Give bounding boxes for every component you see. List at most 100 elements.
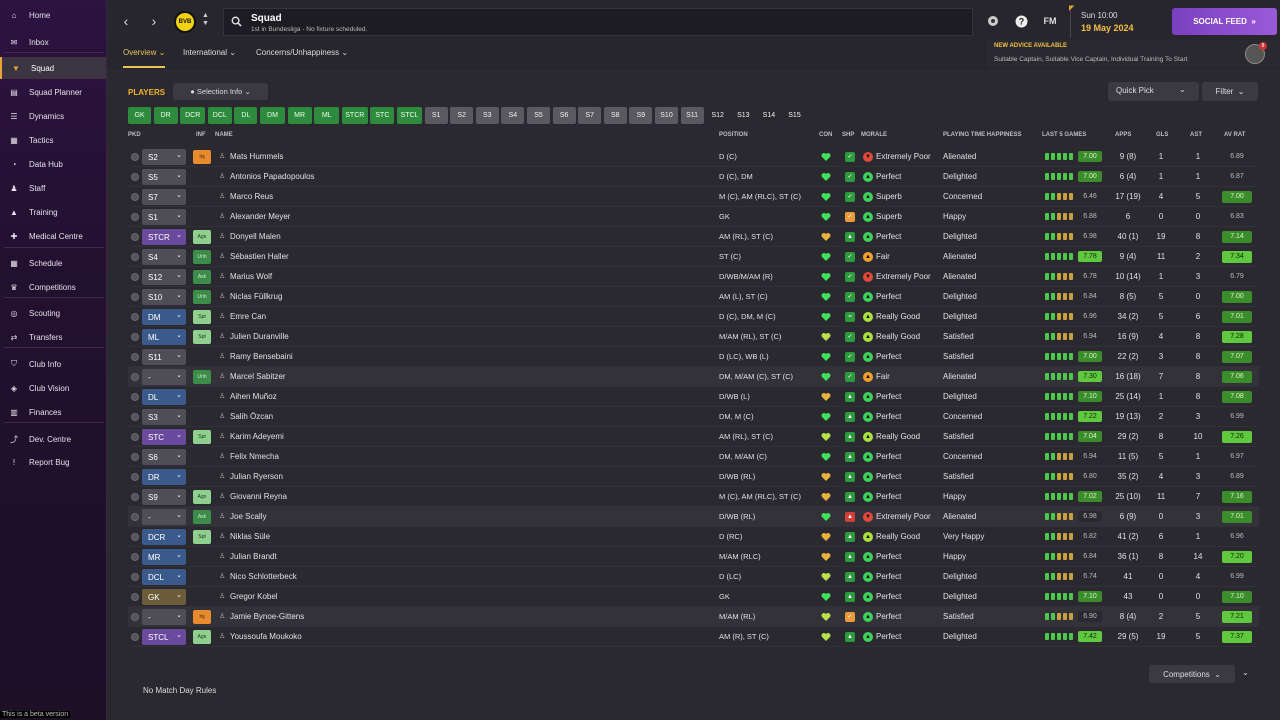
col-morale[interactable]: MORALE [861, 132, 887, 138]
select-dot[interactable] [131, 473, 139, 481]
player-name[interactable]: Nico Schlotterbeck [230, 572, 297, 581]
tab-concerns-unhappiness[interactable]: Concerns/Unhappiness ⌄ [256, 43, 348, 68]
table-row[interactable]: S12 ⌄ Ask ♙ Marius Wolf D/WB/M/AM (R) ✓ ▼ Extrem… [128, 267, 1259, 287]
fm-menu-button[interactable]: FM [1041, 14, 1059, 28]
competitions-button[interactable]: Competitions ⌄ [1149, 665, 1235, 683]
col-avrat[interactable]: AV RAT [1224, 132, 1245, 138]
select-dot[interactable] [131, 493, 139, 501]
col-last5[interactable]: LAST 5 GAMES [1042, 132, 1086, 138]
table-row[interactable]: S3 ⌄ ♙ Salih Özcan DM, M (C) ▲ ▲ Perfect Concern… [128, 407, 1259, 427]
player-name[interactable]: Emre Can [230, 312, 266, 321]
club-switch-chevron-icon[interactable]: ▲ ▼ [202, 12, 209, 28]
table-row[interactable]: S11 ⌄ ♙ Ramy Bensebaini D (LC), WB (L) ✓ ▲ Perf… [128, 347, 1259, 367]
select-dot[interactable] [131, 573, 139, 581]
pkd-selector[interactable]: S2 ⌄ [142, 149, 186, 165]
pkd-selector[interactable]: S10 ⌄ [142, 289, 186, 305]
pkd-selector[interactable]: DCL ⌄ [142, 569, 186, 585]
player-name[interactable]: Niclas Füllkrug [230, 292, 282, 301]
select-dot[interactable] [131, 253, 139, 261]
position-chip-dr[interactable]: DR [153, 107, 178, 124]
player-name[interactable]: Ramy Bensebaini [230, 352, 293, 361]
sidebar-item-training[interactable]: ▲ Training [0, 201, 106, 223]
help-icon[interactable]: ? [1014, 14, 1028, 28]
player-name[interactable]: Marius Wolf [230, 272, 272, 281]
tab-international[interactable]: International ⌄ [183, 43, 236, 68]
player-name[interactable]: Julien Duranville [230, 332, 289, 341]
inf-badge[interactable]: Spt [193, 530, 211, 544]
position-chip-stcl[interactable]: STCL [397, 107, 422, 124]
pkd-selector[interactable]: - ⌄ [142, 509, 186, 525]
position-chip-s8[interactable]: S8 [603, 107, 627, 124]
player-name[interactable]: Aihen Muñoz [230, 392, 277, 401]
player-name[interactable]: Salih Özcan [230, 412, 273, 421]
inf-badge[interactable]: Unh [193, 370, 211, 384]
pkd-selector[interactable]: S9 ⌄ [142, 489, 186, 505]
filter-button[interactable]: Filter ⌄ [1202, 82, 1258, 101]
player-name[interactable]: Youssoufa Moukoko [230, 632, 302, 641]
position-chip-s15[interactable]: S15 [783, 107, 806, 124]
player-name[interactable]: Felix Nmecha [230, 452, 279, 461]
position-chip-mr[interactable]: MR [287, 107, 312, 124]
pkd-selector[interactable]: STC ⌄ [142, 429, 186, 445]
position-chip-dm[interactable]: DM [260, 107, 285, 124]
select-dot[interactable] [131, 213, 139, 221]
pkd-selector[interactable]: S7 ⌄ [142, 189, 186, 205]
pkd-selector[interactable]: STCR ⌄ [142, 229, 186, 245]
tab-overview[interactable]: Overview ⌄ [123, 43, 166, 68]
table-row[interactable]: DM ⌄ Spt ♙ Emre Can D (C), DM, M (C) = ▲ Really … [128, 307, 1259, 327]
table-row[interactable]: S1 ⌄ ♙ Alexander Meyer GK ✓ ▲ Superb Happy 6.88 6 0… [128, 207, 1259, 227]
pkd-selector[interactable]: DR ⌄ [142, 469, 186, 485]
select-dot[interactable] [131, 453, 139, 461]
pkd-selector[interactable]: S12 ⌄ [142, 269, 186, 285]
pkd-selector[interactable]: S5 ⌄ [142, 169, 186, 185]
search-bar[interactable]: Squad 1st in Bundesliga - No fixture sch… [223, 8, 973, 36]
player-name[interactable]: Marcel Sabitzer [230, 372, 286, 381]
table-row[interactable]: STCL ⌄ Agn ♙ Youssoufa Moukoko AM (R), ST (C)… [128, 627, 1259, 647]
select-dot[interactable] [131, 333, 139, 341]
sidebar-item-competitions[interactable]: ♛ Competitions [0, 276, 106, 298]
pkd-selector[interactable]: S3 ⌄ [142, 409, 186, 425]
inf-badge[interactable]: Spt [193, 330, 211, 344]
player-name[interactable]: Giovanni Reyna [230, 492, 287, 501]
col-ast[interactable]: AST [1190, 132, 1202, 138]
sidebar-item-scouting[interactable]: ◎ Scouting [0, 302, 106, 324]
sidebar-item-dynamics[interactable]: ☰ Dynamics [0, 105, 106, 127]
player-name[interactable]: Sébastien Haller [230, 252, 289, 261]
table-row[interactable]: S4 ⌄ Unh ♙ Sébastien Haller ST (C) ✓ ▲ Fair Alien… [128, 247, 1259, 267]
pkd-selector[interactable]: S4 ⌄ [142, 249, 186, 265]
inf-badge[interactable]: Agn [193, 490, 211, 504]
inf-badge[interactable]: Inj [193, 150, 211, 164]
social-feed-button[interactable]: SOCIAL FEED » [1172, 8, 1277, 35]
sidebar-item-schedule[interactable]: ▦ Schedule [0, 252, 106, 274]
sidebar-item-dev-centre[interactable]: ⤴ Dev. Centre [0, 428, 106, 450]
player-name[interactable]: Karim Adeyemi [230, 432, 284, 441]
table-row[interactable]: DR ⌄ ♙ Julian Ryerson D/WB (RL) ▲ ▲ Perfect Sati… [128, 467, 1259, 487]
position-chip-stcr[interactable]: STCR [341, 107, 368, 124]
forward-button[interactable]: › [145, 11, 163, 31]
sidebar-item-tactics[interactable]: ▦ Tactics [0, 129, 106, 151]
sidebar-item-home[interactable]: ⌂ Home [0, 4, 106, 26]
table-row[interactable]: - ⌄ Inj ♙ Jamie Bynoe-Gittens M/AM (RL) ✓ ▲ Perf… [128, 607, 1259, 627]
select-dot[interactable] [131, 633, 139, 641]
position-chip-s1[interactable]: S1 [424, 107, 448, 124]
pkd-selector[interactable]: GK ⌄ [142, 589, 186, 605]
position-chip-s9[interactable]: S9 [629, 107, 653, 124]
club-badge[interactable]: BVB [174, 11, 196, 33]
player-name[interactable]: Donyell Malen [230, 232, 281, 241]
sidebar-item-club-vision[interactable]: ◈ Club Vision [0, 377, 106, 399]
position-chip-gk[interactable]: GK [128, 107, 151, 124]
inf-badge[interactable]: Ask [193, 270, 211, 284]
col-con[interactable]: CON [819, 132, 832, 138]
sidebar-item-squad-planner[interactable]: ▤ Squad Planner [0, 81, 106, 103]
inf-badge[interactable]: Inj [193, 610, 211, 624]
table-row[interactable]: S6 ⌄ ♙ Felix Nmecha DM, M/AM (C) ▲ ▲ Perfect Con… [128, 447, 1259, 467]
selection-info-button[interactable]: ● Selection Info ⌄ [173, 83, 268, 100]
pkd-selector[interactable]: DCR ⌄ [142, 529, 186, 545]
col-shp[interactable]: SHP [842, 132, 854, 138]
position-chip-dcl[interactable]: DCL [207, 107, 232, 124]
col-inf[interactable]: INF [196, 132, 206, 138]
player-name[interactable]: Niklas Süle [230, 532, 270, 541]
pkd-selector[interactable]: S11 ⌄ [142, 349, 186, 365]
table-row[interactable]: S7 ⌄ ♙ Marco Reus M (C), AM (RLC), ST (C) ✓ ▲ S… [128, 187, 1259, 207]
position-chip-s11[interactable]: S11 [680, 107, 704, 124]
